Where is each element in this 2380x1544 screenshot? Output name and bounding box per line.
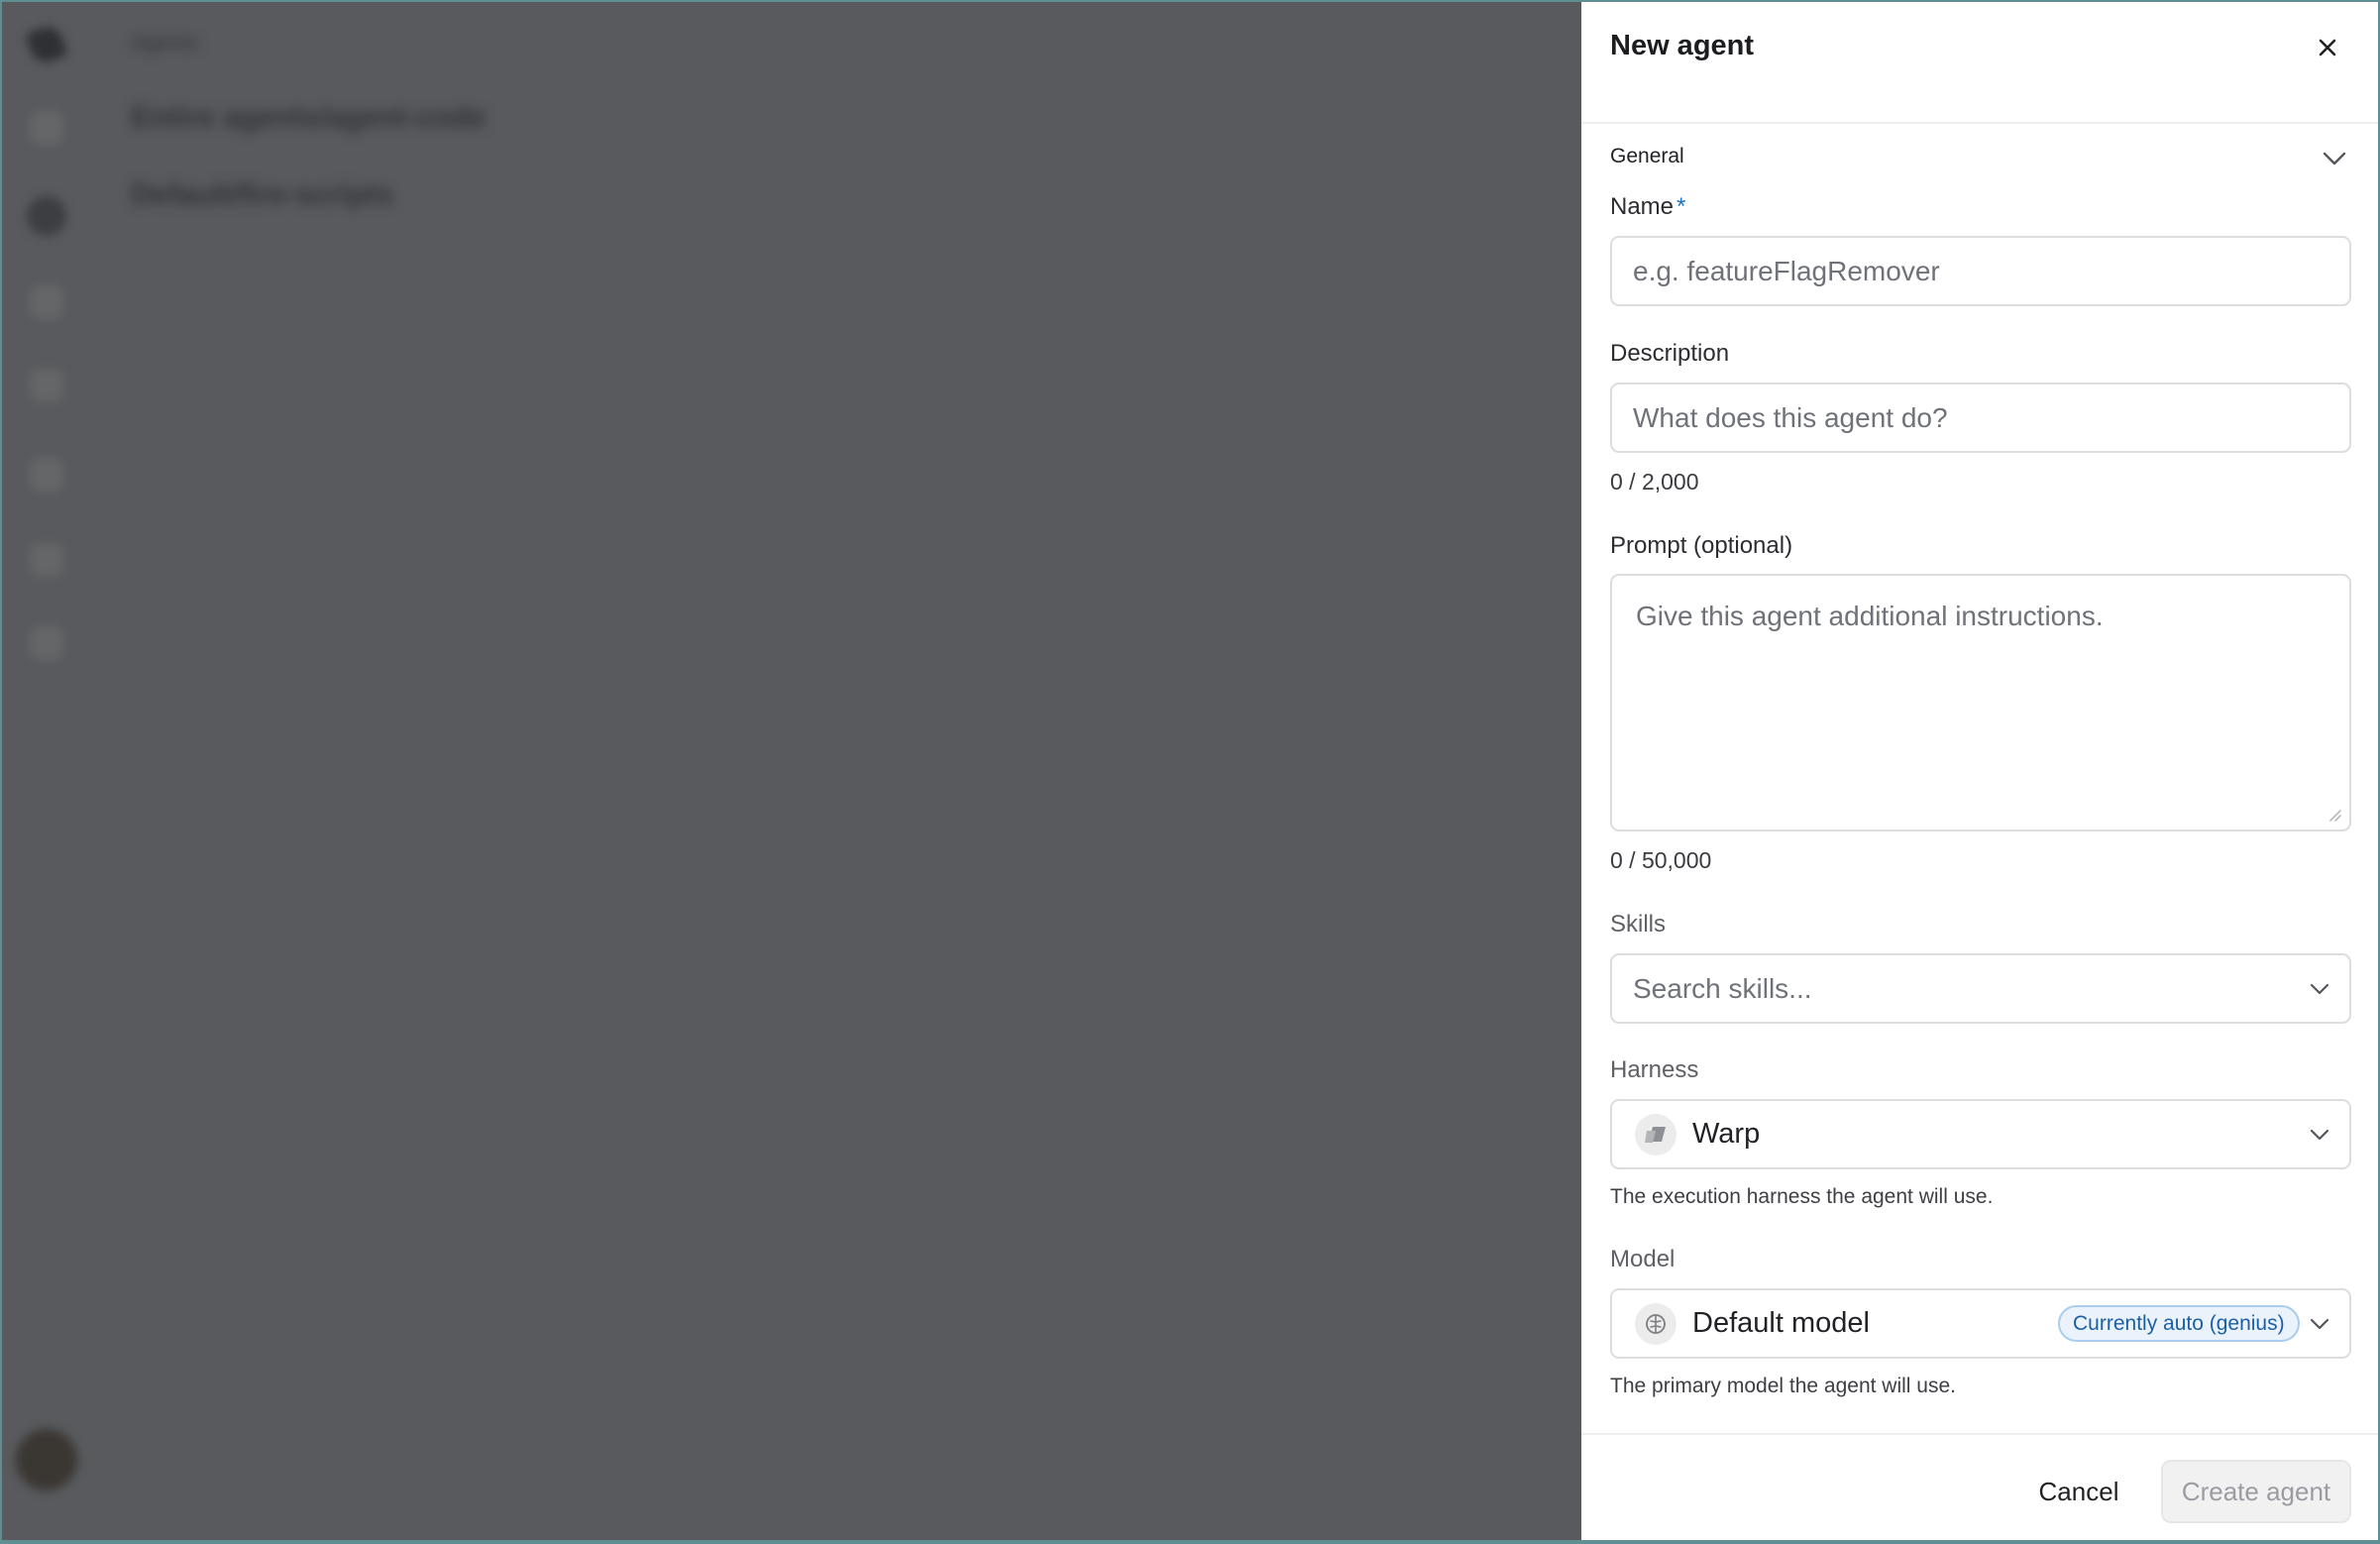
chevron-down-icon bbox=[2308, 1123, 2331, 1147]
model-value: Default model bbox=[1692, 1307, 1870, 1339]
app-window: Agents Entire agents/agent-code Default/… bbox=[2, 2, 2378, 1540]
app-logo-icon bbox=[25, 23, 68, 66]
harness-value: Warp bbox=[1692, 1118, 1761, 1150]
cancel-button[interactable]: Cancel bbox=[2021, 1461, 2136, 1522]
name-field-box bbox=[1610, 236, 2351, 306]
prompt-label: Prompt (optional) bbox=[1610, 532, 1793, 559]
model-helper-text: The primary model the agent will use. bbox=[1610, 1375, 1956, 1397]
chevron-down-icon bbox=[2308, 1312, 2331, 1336]
prompt-field-box bbox=[1610, 574, 2351, 831]
name-input[interactable] bbox=[1612, 238, 2349, 304]
close-icon bbox=[2319, 39, 2336, 56]
panel-title: New agent bbox=[1610, 30, 1755, 61]
description-field-box bbox=[1610, 383, 2351, 453]
harness-helper-text: The execution harness the agent will use… bbox=[1610, 1185, 1994, 1208]
list-item: Entire agents/agent-code bbox=[131, 101, 487, 134]
description-input[interactable] bbox=[1612, 385, 2349, 451]
nav-icon bbox=[30, 626, 63, 660]
harness-select[interactable]: Warp bbox=[1610, 1099, 2351, 1169]
brain-icon bbox=[1635, 1302, 1677, 1345]
required-indicator: * bbox=[1677, 193, 1686, 220]
create-agent-button[interactable]: Create agent bbox=[2161, 1460, 2351, 1523]
model-status-badge: Currently auto (genius) bbox=[2058, 1305, 2300, 1342]
chevron-down-icon bbox=[2308, 977, 2331, 1001]
chevron-down-icon bbox=[2320, 145, 2349, 172]
skills-label: Skills bbox=[1610, 911, 1667, 937]
prompt-textarea[interactable] bbox=[1612, 576, 2349, 829]
model-label: Model bbox=[1610, 1246, 1676, 1272]
name-label-text: Name bbox=[1610, 193, 1675, 220]
resize-handle-icon[interactable] bbox=[2326, 806, 2341, 822]
user-avatar bbox=[16, 1429, 77, 1490]
close-button[interactable] bbox=[2309, 29, 2346, 66]
nav-icon bbox=[30, 369, 63, 402]
description-counter: 0 / 2,000 bbox=[1610, 469, 1699, 495]
breadcrumb: Agents bbox=[131, 30, 199, 55]
harness-label: Harness bbox=[1610, 1056, 1699, 1083]
nav-icon bbox=[30, 111, 63, 145]
skills-select[interactable]: Search skills... bbox=[1610, 953, 2351, 1024]
name-label: Name * bbox=[1610, 193, 1685, 221]
warp-icon bbox=[1635, 1113, 1677, 1156]
nav-icon bbox=[30, 543, 63, 577]
list-item: Default/fire-scripts bbox=[131, 178, 394, 211]
divider bbox=[1581, 1433, 2378, 1435]
prompt-counter: 0 / 50,000 bbox=[1610, 847, 1712, 873]
divider bbox=[1581, 122, 2378, 124]
nav-icon-active bbox=[27, 196, 66, 236]
new-agent-panel: New agent General Name* Description 0 bbox=[1581, 2, 2378, 1540]
model-select[interactable]: Default model Currently auto (genius) bbox=[1610, 1288, 2351, 1359]
nav-icon bbox=[30, 458, 63, 492]
background-sidebar bbox=[2, 2, 91, 1540]
section-general-toggle[interactable]: General bbox=[1610, 145, 2349, 172]
description-label: Description bbox=[1610, 340, 1730, 367]
skills-search-placeholder: Search skills... bbox=[1633, 972, 1812, 1004]
panel-header: New agent bbox=[1581, 2, 2378, 95]
section-title: General bbox=[1610, 145, 1684, 167]
nav-icon bbox=[30, 285, 63, 319]
